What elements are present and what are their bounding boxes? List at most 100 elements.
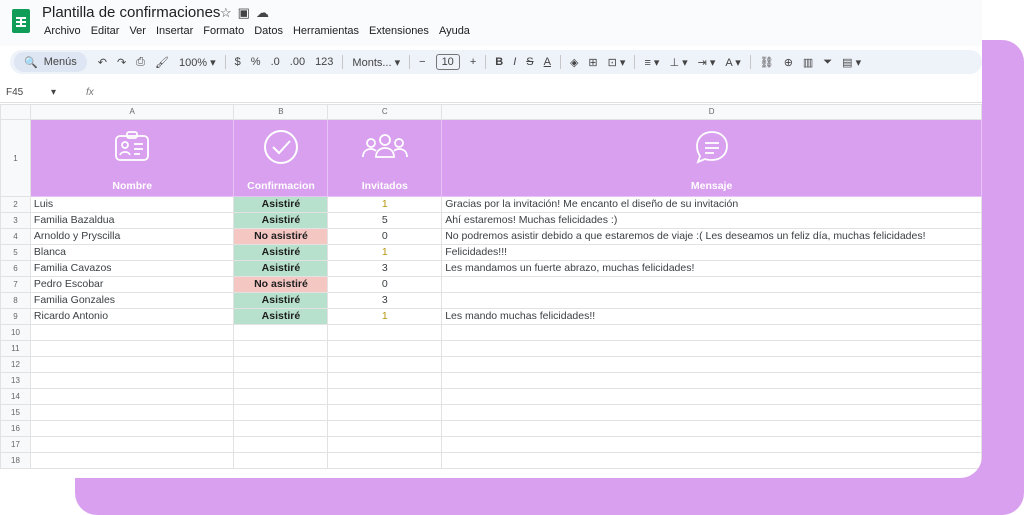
empty-cell[interactable] [29,356,235,373]
cell-invitados[interactable]: 3 [327,260,443,277]
cloud-status-icon[interactable]: ☁ [256,5,275,20]
header-cell-nombre[interactable]: Nombre [29,119,235,197]
row-number[interactable]: 1 [0,119,31,197]
insert-link-icon[interactable]: ⛓ [760,56,774,69]
row-number[interactable]: 16 [0,420,31,437]
merge-cells-icon[interactable]: ⊡ ▾ [608,56,626,69]
undo-icon[interactable]: ↶ [98,56,107,69]
empty-cell[interactable] [29,388,235,405]
row-number[interactable]: 18 [0,452,31,469]
row-number[interactable]: 14 [0,388,31,405]
header-cell-confirmacion[interactable]: Confirmacion [233,119,329,197]
empty-cell[interactable] [29,340,235,357]
insert-comment-icon[interactable]: ⊕ [784,56,793,69]
cell-confirmacion[interactable]: Asistiré [233,260,329,277]
empty-cell[interactable] [327,324,443,341]
empty-cell[interactable] [233,404,329,421]
cell-confirmacion[interactable]: Asistiré [233,244,329,261]
empty-cell[interactable] [327,436,443,453]
bold-button[interactable]: B [495,56,503,68]
text-wrap-icon[interactable]: ⇥ ▾ [698,56,716,69]
row-number[interactable]: 2 [0,196,31,213]
menu-datos[interactable]: Datos [254,25,283,37]
cell-invitados[interactable]: 5 [327,212,443,229]
menu-editar[interactable]: Editar [91,25,120,37]
empty-cell[interactable] [441,452,982,469]
increase-decimal-button[interactable]: .00 [290,56,305,68]
select-all-corner[interactable] [0,104,31,120]
font-size-increase-button[interactable]: + [470,56,476,68]
empty-cell[interactable] [441,372,982,389]
empty-cell[interactable] [29,420,235,437]
empty-cell[interactable] [233,324,329,341]
column-header-b[interactable]: B [233,104,329,120]
font-select[interactable]: Monts... ▾ [352,56,400,69]
row-number[interactable]: 9 [0,308,31,325]
decrease-decimal-button[interactable]: .0 [271,56,280,68]
row-number[interactable]: 12 [0,356,31,373]
empty-cell[interactable] [327,452,443,469]
zoom-select[interactable]: 100% ▾ [179,56,216,69]
empty-cell[interactable] [233,452,329,469]
cell-confirmacion[interactable]: No asistiré [233,276,329,293]
empty-cell[interactable] [233,436,329,453]
vertical-align-icon[interactable]: ⊥ ▾ [669,56,687,69]
cell-nombre[interactable]: Luis [29,196,235,213]
cell-invitados[interactable]: 0 [327,228,443,245]
empty-cell[interactable] [233,356,329,373]
cell-confirmacion[interactable]: No asistiré [233,228,329,245]
cell-invitados[interactable]: 0 [327,276,443,293]
insert-chart-icon[interactable]: ▥ [803,56,813,69]
empty-cell[interactable] [233,420,329,437]
document-title[interactable]: Plantilla de confirmaciones [42,4,220,21]
fill-color-icon[interactable]: ◈ [570,56,578,69]
menu-archivo[interactable]: Archivo [44,25,81,37]
cell-confirmacion[interactable]: Asistiré [233,308,329,325]
empty-cell[interactable] [29,324,235,341]
print-icon[interactable]: ⎙ [136,56,145,69]
horizontal-align-icon[interactable]: ≡ ▾ [644,56,659,69]
row-number[interactable]: 15 [0,404,31,421]
empty-cell[interactable] [441,388,982,405]
cell-invitados[interactable]: 1 [327,196,443,213]
menu-formato[interactable]: Formato [203,25,244,37]
italic-button[interactable]: I [513,56,516,68]
percent-format-button[interactable]: % [251,56,261,68]
name-box[interactable]: F45 ▾ [6,87,56,98]
move-folder-icon[interactable]: ▣ [238,5,256,20]
empty-cell[interactable] [233,340,329,357]
menu-ver[interactable]: Ver [129,25,146,37]
cell-confirmacion[interactable]: Asistiré [233,196,329,213]
empty-cell[interactable] [327,356,443,373]
row-number[interactable]: 11 [0,340,31,357]
text-rotate-icon[interactable]: A ▾ [725,56,740,69]
cell-mensaje[interactable]: Les mandamos un fuerte abrazo, muchas fe… [441,260,982,277]
empty-cell[interactable] [441,340,982,357]
header-cell-invitados[interactable]: Invitados [327,119,443,197]
empty-cell[interactable] [441,420,982,437]
menu-insertar[interactable]: Insertar [156,25,193,37]
row-number[interactable]: 17 [0,436,31,453]
row-number[interactable]: 8 [0,292,31,309]
cell-nombre[interactable]: Familia Bazaldua [29,212,235,229]
empty-cell[interactable] [233,372,329,389]
cell-nombre[interactable]: Pedro Escobar [29,276,235,293]
header-cell-mensaje[interactable]: Mensaje [441,119,982,197]
cell-mensaje[interactable] [441,292,982,309]
filter-views-icon[interactable]: ▤ ▾ [842,56,861,69]
cell-invitados[interactable]: 1 [327,308,443,325]
menu-ayuda[interactable]: Ayuda [439,25,470,37]
empty-cell[interactable] [441,404,982,421]
currency-format-button[interactable]: $ [235,56,241,68]
menu-herramientas[interactable]: Herramientas [293,25,359,37]
row-number[interactable]: 6 [0,260,31,277]
empty-cell[interactable] [233,388,329,405]
cell-invitados[interactable]: 1 [327,244,443,261]
menu-extensiones[interactable]: Extensiones [369,25,429,37]
empty-cell[interactable] [29,372,235,389]
font-size-input[interactable]: 10 [435,54,460,70]
row-number[interactable]: 5 [0,244,31,261]
column-header-c[interactable]: C [327,104,443,120]
strikethrough-button[interactable]: S [526,56,533,68]
cell-mensaje[interactable] [441,276,982,293]
